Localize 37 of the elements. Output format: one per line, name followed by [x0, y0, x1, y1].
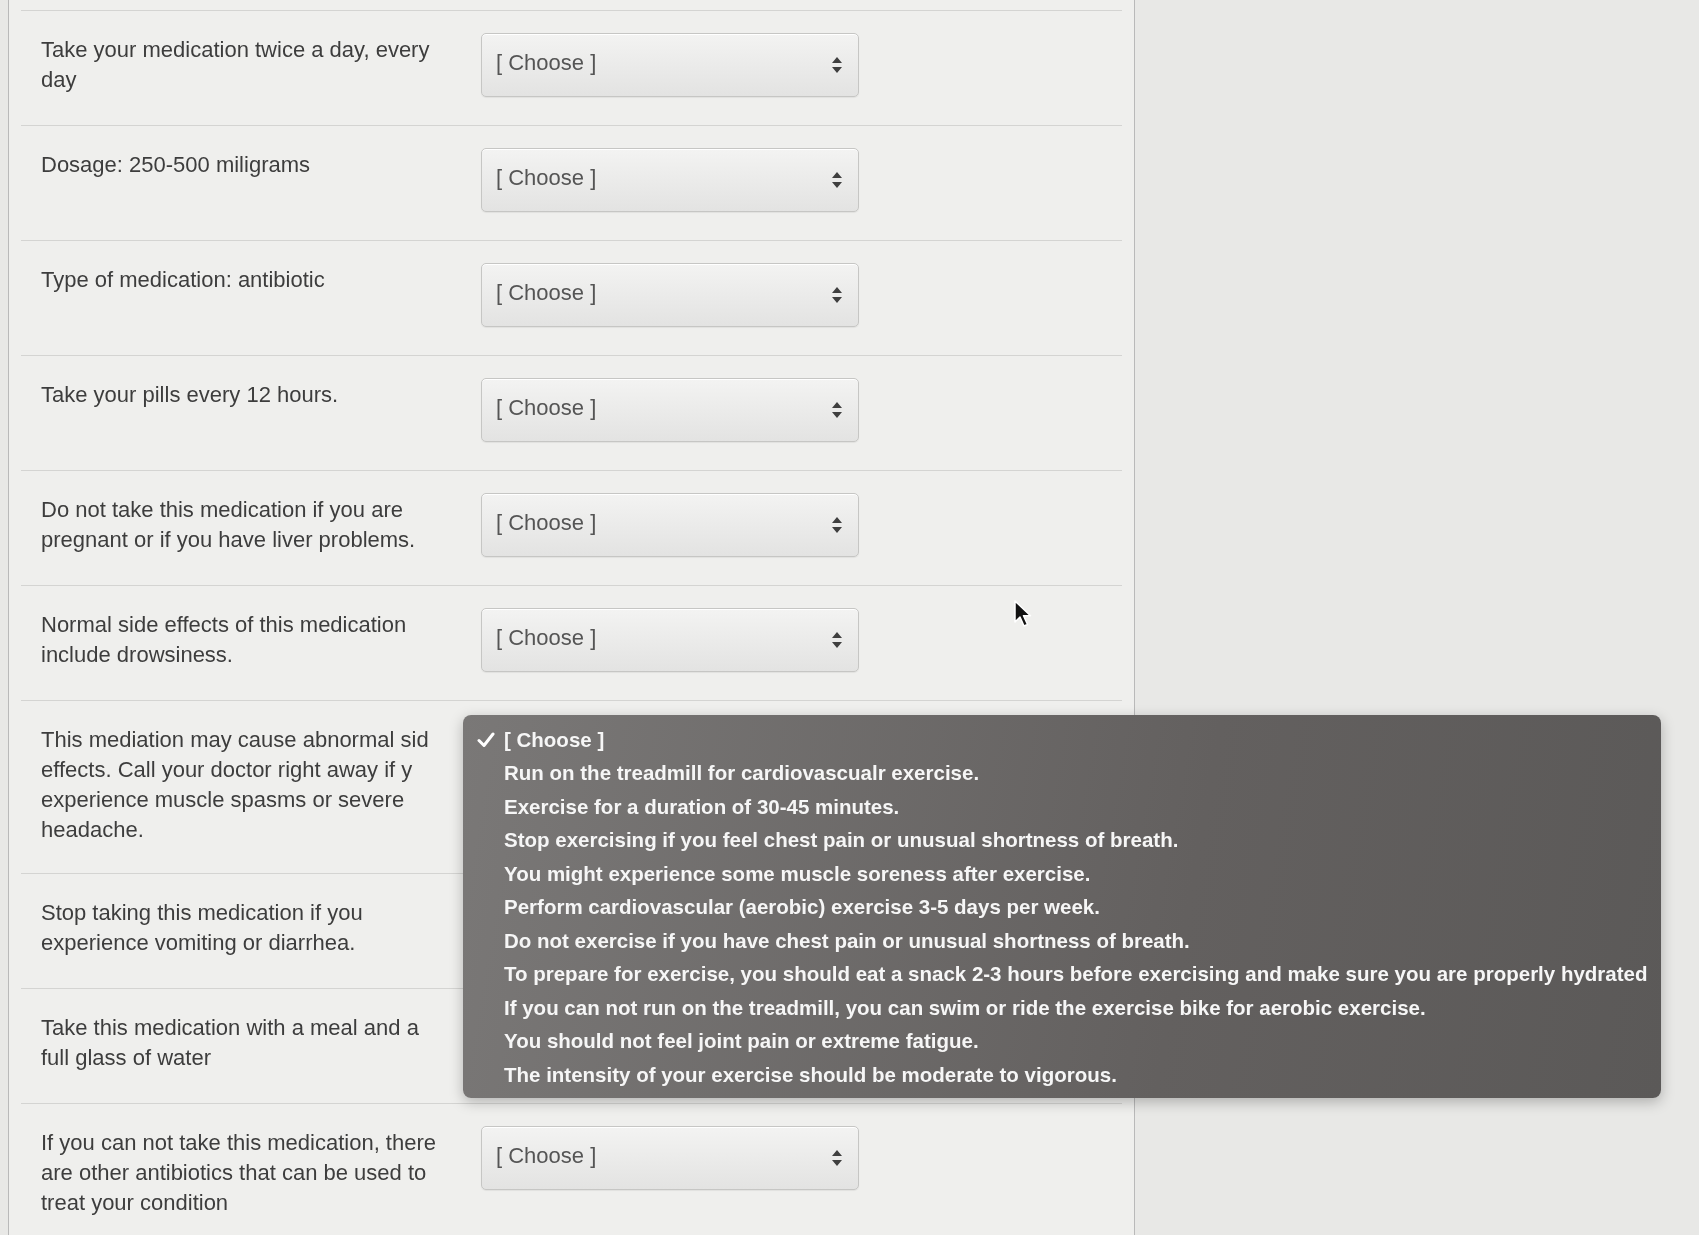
up-down-arrows-icon [832, 57, 842, 73]
up-down-arrows-icon [832, 172, 842, 188]
up-down-arrows-icon [832, 517, 842, 533]
menu-option[interactable]: Stop exercising if you feel chest pain or unusual shortness of breath. [463, 823, 1648, 857]
menu-option[interactable]: You might experience some muscle soreness after exercise. [463, 857, 1648, 891]
menu-option[interactable]: If you can not run on the treadmill, you can swim or ride the exercise bike for aerobic exercise. [463, 991, 1648, 1025]
mouse-pointer-icon [1014, 600, 1032, 627]
question-label: Take this medication with a meal and a full glass of water [41, 1014, 420, 1072]
question-label: This mediation may cause abnormal sid effects. Call your doctor right away if y experience muscle spasms or severe headache. [41, 726, 430, 844]
select-field[interactable]: [ Choose ] [481, 378, 859, 442]
question-label: Normal side effects of this medication include drowsiness. [41, 611, 408, 669]
question-label: Stop taking this medication if you experience vomiting or diarrhea. [41, 899, 364, 957]
select-field[interactable]: [ Choose ] [481, 148, 859, 212]
checkmark-icon [477, 731, 495, 748]
menu-option[interactable]: Do not exercise if you have chest pain or unusual shortness of breath. [463, 924, 1648, 958]
menu-option[interactable]: The intensity of your exercise should be moderate to vigorous. [463, 1058, 1648, 1092]
up-down-arrows-icon [832, 402, 842, 418]
question-label: Dosage: 250-500 miligrams [41, 151, 312, 179]
question-label: Take your pills every 12 hours. [41, 381, 340, 409]
select-field[interactable]: [ Choose ] [481, 493, 859, 557]
question-label: Do not take this medication if you are pregnant or if you have liver problems. [41, 496, 417, 554]
menu-option[interactable]: [ Choose ] [463, 723, 1648, 757]
question-label: Take your medication twice a day, every day [41, 36, 431, 94]
menu-option[interactable]: To prepare for exercise, you should eat a snack 2-3 hours before exercising and make sure you are properly hydrated [463, 957, 1648, 991]
question-label: Type of medication: antibiotic [41, 266, 326, 294]
up-down-arrows-icon [832, 632, 842, 648]
select-field[interactable]: [ Choose ] [481, 1126, 859, 1190]
up-down-arrows-icon [832, 287, 842, 303]
up-down-arrows-icon [832, 1150, 842, 1166]
menu-option[interactable]: Perform cardiovascular (aerobic) exercise 3-5 days per week. [463, 890, 1648, 924]
menu-option[interactable]: Run on the treadmill for cardiovascualr exercise. [463, 756, 1648, 790]
menu-option[interactable]: You should not feel joint pain or extreme fatigue. [463, 1024, 1648, 1058]
select-field[interactable]: [ Choose ] [481, 263, 859, 327]
menu-option[interactable]: Exercise for a duration of 30-45 minutes. [463, 790, 1648, 824]
select-field[interactable]: [ Choose ] [481, 608, 859, 672]
question-label: If you can not take this medication, there are other antibiotics that can be used to treat your condition [41, 1129, 437, 1217]
select-field[interactable]: [ Choose ] [481, 33, 859, 97]
